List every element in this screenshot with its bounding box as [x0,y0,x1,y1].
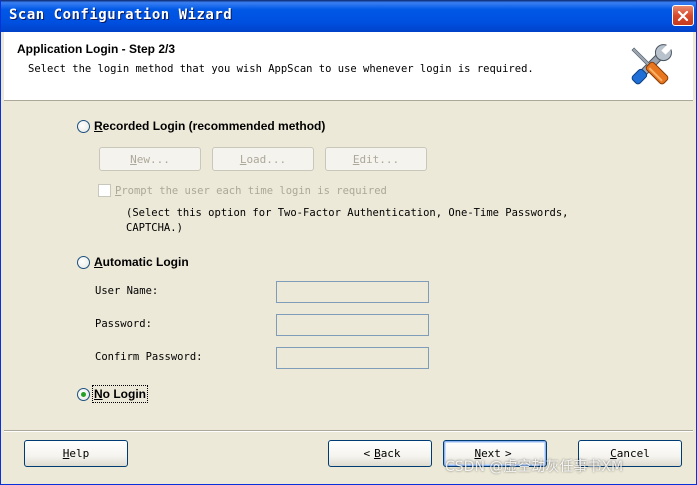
wizard-window: Scan Configuration Wizard Application Lo… [0,0,697,485]
edit-recording-button[interactable]: Edit... [325,147,427,171]
automatic-login-label: Automatic Login [94,255,189,269]
automatic-login-radio[interactable] [77,255,90,269]
footer-divider [4,430,693,432]
step-title: Application Login - Step 2/3 [17,42,176,56]
confirm-password-input[interactable] [276,347,429,369]
two-factor-note: (Select this option for Two-Factor Authe… [126,207,569,234]
password-label: Password: [95,318,152,330]
window-title: Scan Configuration Wizard [9,7,233,23]
recorded-login-label: Recorded Login (recommended method) [94,119,326,133]
automatic-login-option[interactable]: Automatic Login [77,255,189,269]
title-bar[interactable]: Scan Configuration Wizard [1,0,696,32]
prompt-login-checkbox[interactable] [98,184,111,197]
no-login-radio[interactable] [77,387,90,401]
step-description: Select the login method that you wish Ap… [28,63,534,75]
help-button[interactable]: Help [24,440,128,467]
user-name-label: User Name: [95,285,159,297]
user-name-input[interactable] [276,281,429,303]
prompt-login-option[interactable]: Prompt the user each time login is requi… [98,184,387,197]
no-login-option[interactable]: No Login [77,385,148,403]
chevron-left-icon: < [363,447,371,460]
recorded-login-option[interactable]: Recorded Login (recommended method) [77,119,325,133]
wizard-header: Application Login - Step 2/3 Select the … [4,32,693,101]
chevron-right-icon: > [504,447,512,460]
tools-icon [631,44,672,85]
recorded-login-radio[interactable] [77,119,90,133]
close-button[interactable] [672,5,694,26]
no-login-label: No Login [92,385,148,403]
close-icon [677,10,689,21]
cancel-button[interactable]: Cancel [578,440,682,467]
prompt-login-label: Prompt the user each time login is requi… [115,184,387,197]
password-input[interactable] [276,314,429,336]
back-button[interactable]: < Back [328,440,432,467]
next-button[interactable]: Next > [443,440,547,467]
confirm-password-label: Confirm Password: [95,351,203,363]
load-recording-button[interactable]: Load... [212,147,314,171]
new-recording-button[interactable]: New... [99,147,201,171]
